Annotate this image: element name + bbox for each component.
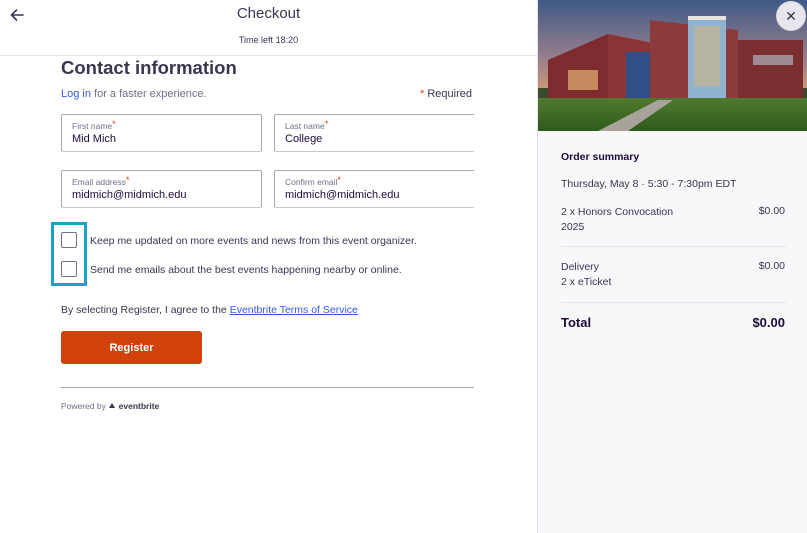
organizer-updates-checkbox[interactable] bbox=[61, 232, 77, 248]
login-prompt: Log in for a faster experience. bbox=[61, 88, 207, 100]
summary-separator bbox=[561, 246, 786, 247]
terms-prefix: By selecting Register, I agree to the bbox=[61, 304, 230, 316]
ticket-item: 2 x Honors Convocation 2025 bbox=[561, 205, 673, 235]
terms-text: By selecting Register, I agree to the Ev… bbox=[61, 304, 358, 316]
last-name-field[interactable]: Last name* bbox=[274, 114, 474, 152]
contact-heading: Contact information bbox=[61, 57, 237, 78]
confirm-email-field[interactable]: Confirm email* bbox=[274, 170, 474, 208]
login-link[interactable]: Log in bbox=[61, 88, 91, 100]
order-summary-panel: ✕ Order summary Thursday, May 8 · 5:30 -… bbox=[537, 0, 807, 533]
time-left-label: Time left 18:20 bbox=[238, 35, 299, 45]
footer-divider bbox=[61, 387, 474, 388]
total-label: Total bbox=[561, 315, 592, 330]
delivery-item: Delivery 2 x eTicket bbox=[561, 260, 611, 290]
powered-by-brand: eventbrite bbox=[118, 401, 160, 411]
email-field[interactable]: Email address* bbox=[61, 170, 262, 208]
checkout-form-panel: Checkout Time left 18:20 Contact informa… bbox=[0, 0, 537, 533]
last-name-label: Last name* bbox=[285, 119, 329, 131]
powered-by-label: Powered by bbox=[61, 401, 106, 411]
delivery-item-line2: 2 x eTicket bbox=[561, 276, 612, 288]
summary-separator bbox=[561, 302, 786, 303]
first-name-field[interactable]: First name* bbox=[61, 114, 262, 152]
first-name-label: First name* bbox=[72, 119, 116, 131]
ticket-item-line1: 2 x Honors Convocation bbox=[561, 206, 674, 218]
login-suffix: for a faster experience. bbox=[90, 88, 207, 100]
register-button[interactable]: Register bbox=[61, 331, 202, 364]
best-events-checkbox[interactable] bbox=[61, 261, 77, 277]
event-banner-image bbox=[538, 0, 807, 131]
order-summary-title: Order summary bbox=[561, 151, 640, 163]
powered-by: Powered by eventbrite bbox=[61, 401, 159, 411]
page-title: Checkout bbox=[236, 5, 301, 22]
ticket-item-line2: 2025 bbox=[561, 221, 585, 233]
confirm-email-label: Confirm email* bbox=[285, 175, 341, 187]
close-icon[interactable]: ✕ bbox=[776, 1, 806, 31]
email-label: Email address* bbox=[72, 175, 130, 187]
required-note: * Required bbox=[420, 88, 472, 100]
delivery-item-line1: Delivery bbox=[561, 261, 599, 273]
organizer-updates-label: Keep me updated on more events and news … bbox=[90, 235, 417, 247]
best-events-label: Send me emails about the best events hap… bbox=[90, 264, 402, 276]
last-name-input[interactable] bbox=[285, 133, 455, 145]
required-label: Required bbox=[424, 88, 472, 100]
total-value: $0.00 bbox=[752, 315, 785, 330]
ticket-item-price: $0.00 bbox=[758, 205, 785, 217]
event-date: Thursday, May 8 · 5:30 - 7:30pm EDT bbox=[561, 178, 737, 190]
first-name-input[interactable] bbox=[72, 133, 242, 145]
terms-of-service-link[interactable]: Eventbrite Terms of Service bbox=[230, 304, 358, 316]
confirm-email-input[interactable] bbox=[285, 189, 455, 201]
email-input[interactable] bbox=[72, 189, 242, 201]
header-divider bbox=[0, 55, 537, 56]
delivery-item-price: $0.00 bbox=[758, 260, 785, 272]
eventbrite-logo-icon bbox=[108, 402, 116, 410]
